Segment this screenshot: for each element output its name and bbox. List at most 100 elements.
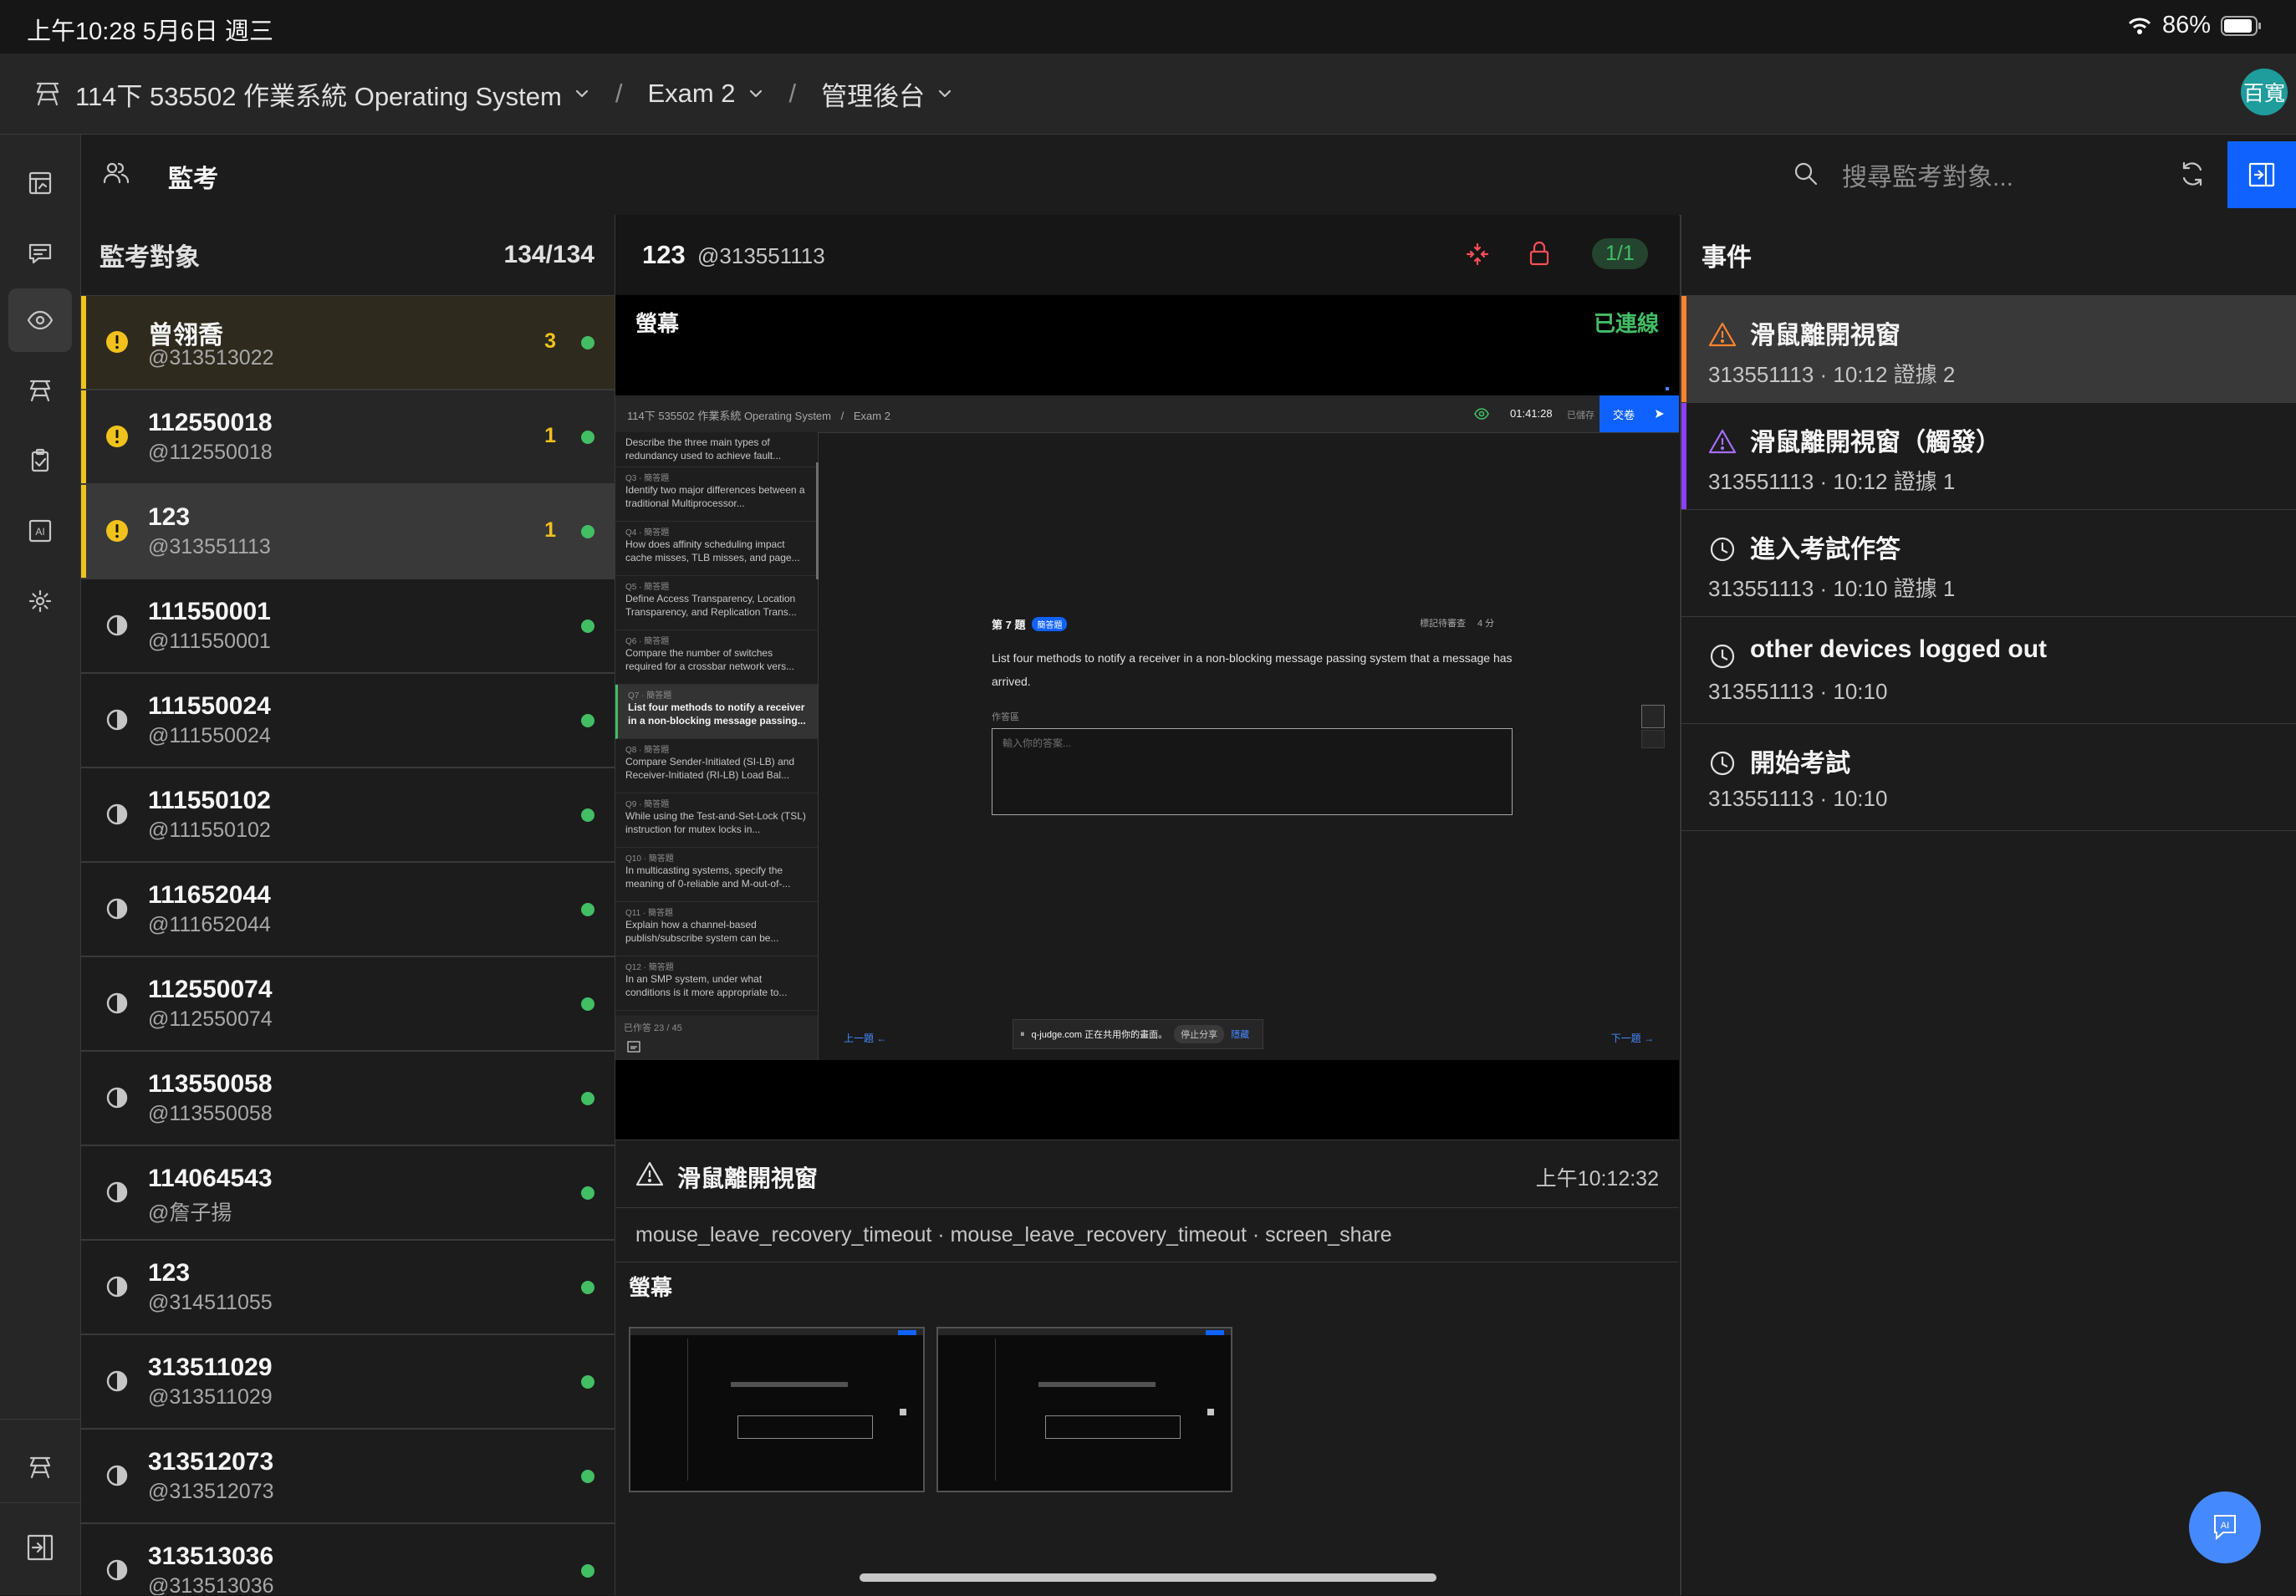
event-item[interactable]: other devices logged out 313551113 · 10:1… <box>1681 617 2296 724</box>
events-title: 事件 <box>1681 215 2296 296</box>
list-item[interactable]: 111652044 @111652044 <box>81 863 615 957</box>
list-item[interactable]: 123 @313551113 1 <box>81 485 615 579</box>
list-item[interactable]: 114064543 @詹子揚 <box>81 1146 615 1241</box>
collapse-panel-button[interactable] <box>2227 141 2296 208</box>
list-item[interactable]: 曾翎喬 @313513022 3 <box>81 296 615 390</box>
ai-chat-icon: AI <box>2207 1509 2243 1546</box>
online-indicator <box>581 1470 594 1483</box>
half-circle-icon <box>105 1463 130 1488</box>
list-item-handle: @111550024 <box>148 724 271 747</box>
shot-question-item: Q6 · 簡答題 Compare the number of switches r… <box>615 630 818 685</box>
list-item[interactable]: 313512073 @313512073 <box>81 1430 615 1524</box>
exam-switcher[interactable]: Exam 2 <box>647 79 763 109</box>
list-item-handle: @314511055 <box>148 1291 273 1314</box>
shot-next: 下一題 → <box>1610 1033 1654 1044</box>
half-circle-icon <box>105 1085 130 1110</box>
evidence-thumbnail[interactable] <box>936 1327 1232 1492</box>
panel-toggle-icon <box>2248 161 2276 189</box>
list-item-name: 112550074 <box>148 976 273 1003</box>
list-item[interactable]: 112550074 @112550074 <box>81 957 615 1052</box>
avatar[interactable]: 百寬 <box>2241 69 2288 115</box>
shot-breadcrumb: 114下 535502 作業系統 Operating System / Exam… <box>627 407 890 423</box>
section-switcher[interactable]: 管理後台 <box>821 75 953 113</box>
list-item-name: 114064543 <box>148 1165 273 1192</box>
list-item-name: 313513036 <box>148 1542 274 1570</box>
breadcrumb-separator: / <box>615 79 623 108</box>
exam-logo-icon[interactable] <box>8 1435 72 1499</box>
gear-icon[interactable] <box>8 569 72 633</box>
list-item-name: 111652044 <box>148 881 271 909</box>
users-icon <box>101 158 131 188</box>
shot-question-summary: Identify two major differences between a… <box>625 484 805 509</box>
app-logo-icon[interactable] <box>33 79 62 108</box>
exam-logo-icon[interactable] <box>8 359 72 422</box>
half-circle-icon <box>105 896 130 921</box>
event-detail-time: 上午10:12:32 <box>1535 1167 1659 1191</box>
event-meta: 313551113 · 10:12 證據 2 <box>1708 362 1956 387</box>
page-badge: 1/1 <box>1592 238 1648 269</box>
list-item-handle: @313513036 <box>148 1574 274 1595</box>
shot-question-number: Q5 · 簡答題 <box>625 583 670 592</box>
shot-question-number: Q6 · 簡答題 <box>625 637 670 646</box>
half-circle-icon <box>105 1558 130 1583</box>
online-indicator <box>581 1375 594 1389</box>
chevron-down-icon <box>936 85 953 102</box>
shot-flag: 標記待審查 <box>1420 619 1466 629</box>
shot-scrollbar <box>816 462 819 579</box>
list-item-handle: @113550058 <box>148 1102 273 1125</box>
list-item[interactable]: 112550018 @112550018 1 <box>81 390 615 485</box>
event-item[interactable]: 滑鼠離開視窗 313551113 · 10:12 證據 2 <box>1681 296 2296 403</box>
online-indicator <box>581 431 594 444</box>
chat-icon[interactable] <box>8 222 72 285</box>
alert-count: 1 <box>544 424 556 447</box>
shot-question-item: Q10 · 簡答題 In multicasting systems, specif… <box>615 848 818 902</box>
shot-question-summary: List four methods to notify a receiver i… <box>628 701 806 727</box>
ai-icon[interactable]: AI <box>8 499 72 563</box>
shot-question-summary: Describe the three main types of redunda… <box>625 436 782 461</box>
alert-circle-icon <box>105 424 130 449</box>
online-indicator <box>581 997 594 1011</box>
list-item[interactable]: 113550058 @113550058 <box>81 1052 615 1146</box>
online-indicator <box>581 808 594 822</box>
alert-count: 1 <box>544 518 556 542</box>
course-switcher[interactable]: 114下 535502 作業系統 Operating System <box>75 75 590 113</box>
shot-question-type: 簡答題 <box>1032 617 1068 631</box>
shot-question-number: Q9 · 簡答題 <box>625 800 670 809</box>
eye-icon <box>1473 405 1490 422</box>
student-handle: @313551113 <box>697 243 825 268</box>
lock-icon[interactable] <box>1527 240 1552 267</box>
list-item-handle: @111652044 <box>148 913 271 936</box>
pause-icon: ⏸ <box>1020 1028 1025 1039</box>
ai-assistant-button[interactable]: AI <box>2189 1491 2261 1563</box>
dashboard-icon[interactable] <box>8 151 72 215</box>
shot-question-summary: In an SMP system, under what conditions … <box>625 973 788 998</box>
refresh-icon[interactable] <box>2178 160 2207 188</box>
online-indicator <box>581 525 594 538</box>
eye-icon[interactable] <box>8 288 72 352</box>
list-item[interactable]: 111550001 @111550001 <box>81 579 615 674</box>
list-item[interactable]: 111550024 @111550024 <box>81 674 615 768</box>
shot-next-label: 下一題 <box>1610 1033 1641 1044</box>
list-item[interactable]: 111550102 @111550102 <box>81 768 615 863</box>
list-item[interactable]: 313511029 @313511029 <box>81 1335 615 1430</box>
event-item[interactable]: 滑鼠離開視窗（觸發） 313551113 · 10:12 證據 1 <box>1681 403 2296 510</box>
list-item[interactable]: 123 @314511055 <box>81 1241 615 1335</box>
evidence-thumbnail[interactable] <box>629 1327 925 1492</box>
online-indicator <box>581 714 594 727</box>
shot-points: 4 分 <box>1477 619 1495 629</box>
screen-feed[interactable]: 螢幕 已連線 114下 535502 作業系統 Operating System… <box>615 295 1679 1140</box>
list-title: 監考對象 <box>99 244 200 272</box>
list-item-name: 111550024 <box>148 692 271 720</box>
shot-question-number: Q7 · 簡答題 <box>628 691 672 701</box>
list-item[interactable]: 313513036 @313513036 <box>81 1524 615 1595</box>
focus-icon[interactable] <box>1465 242 1490 267</box>
course-name: 114下 535502 作業系統 Operating System <box>75 81 562 111</box>
expand-panel-icon[interactable] <box>8 1516 72 1579</box>
event-item[interactable]: 開始考試 313551113 · 10:10 <box>1681 724 2296 831</box>
shot-question-summary: Compare Sender-Initiated (SI-LB) and Rec… <box>625 756 795 781</box>
clipboard-check-icon[interactable] <box>8 429 72 492</box>
search-input[interactable]: 搜尋監考對象... <box>1842 156 2013 193</box>
section-name: 管理後台 <box>821 81 926 111</box>
online-indicator <box>581 620 594 633</box>
event-item[interactable]: 進入考試作答 313551113 · 10:10 證據 1 <box>1681 510 2296 617</box>
